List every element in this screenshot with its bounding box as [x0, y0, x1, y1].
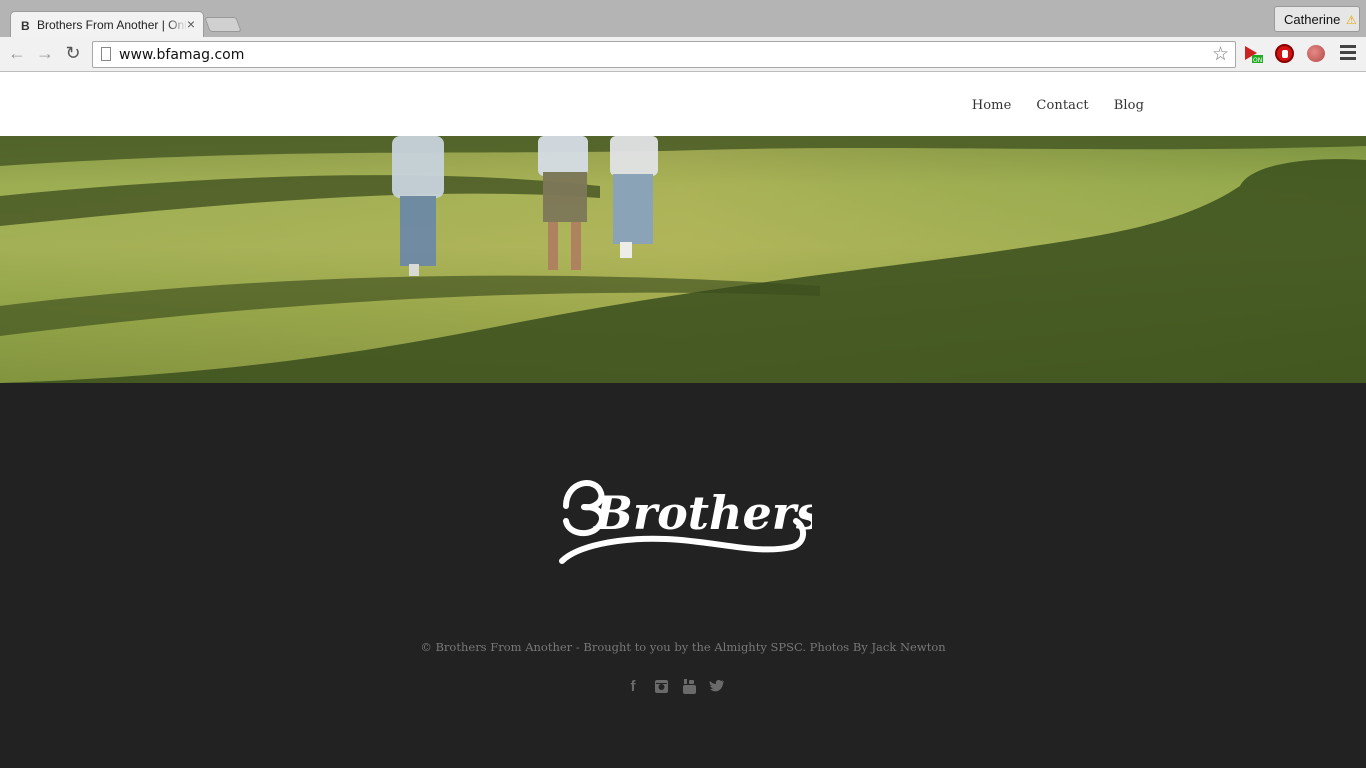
tab-strip: B Brothers From Another | Online × Cathe…: [0, 0, 1366, 38]
profile-button[interactable]: Catherine ⚠: [1274, 6, 1360, 32]
hero-photo: [0, 136, 1366, 383]
twitter-icon[interactable]: [708, 677, 726, 695]
apple-extension-icon[interactable]: [1307, 45, 1325, 62]
instagram-icon[interactable]: [652, 677, 670, 695]
svg-text:ON: ON: [1253, 57, 1262, 64]
nav-home-link[interactable]: Home: [972, 98, 1012, 113]
profile-name: Catherine: [1284, 12, 1341, 27]
browser-chrome: B Brothers From Another | Online × Cathe…: [0, 0, 1366, 72]
tab-title: Brothers From Another | Online: [37, 18, 187, 32]
footer-credit: © Brothers From Another - Brought to you…: [420, 640, 946, 654]
nav-blog-link[interactable]: Blog: [1114, 98, 1144, 113]
main-nav: Home Contact Blog: [972, 98, 1144, 113]
page-icon: [101, 47, 111, 61]
facebook-icon[interactable]: f: [624, 677, 642, 695]
tab-close-icon[interactable]: ×: [187, 16, 195, 32]
warning-icon: ⚠: [1346, 13, 1357, 27]
youtube-icon[interactable]: [680, 677, 698, 695]
brothers-logo[interactable]: Brothers: [556, 451, 822, 571]
site-header: Home Contact Blog: [0, 72, 1366, 136]
video-on-icon[interactable]: ON: [1243, 44, 1263, 64]
address-bar[interactable]: www.bfamag.com ☆: [92, 41, 1236, 68]
hamburger-menu-icon[interactable]: [1340, 45, 1356, 61]
site-favicon-icon: B: [21, 19, 30, 33]
site-footer: Brothers © Brothers From Another - Broug…: [0, 383, 1366, 768]
social-links: f: [624, 677, 726, 695]
nav-contact-link[interactable]: Contact: [1036, 98, 1088, 113]
back-button[interactable]: ←: [7, 43, 27, 63]
browser-toolbar: ← → ↻ www.bfamag.com ☆ ON: [0, 37, 1366, 72]
tab-active[interactable]: B Brothers From Another | Online ×: [10, 11, 204, 38]
new-tab-button[interactable]: [204, 17, 242, 32]
brothers-script-logo: Brothers: [559, 480, 822, 564]
grass-field-image: [0, 136, 1366, 383]
adblock-icon[interactable]: [1275, 44, 1294, 63]
address-url[interactable]: www.bfamag.com: [119, 47, 244, 63]
bookmark-star-icon[interactable]: ☆: [1212, 43, 1229, 66]
logo-text: Brothers: [592, 486, 812, 540]
reload-button[interactable]: ↻: [63, 43, 83, 63]
forward-button[interactable]: →: [35, 43, 55, 63]
